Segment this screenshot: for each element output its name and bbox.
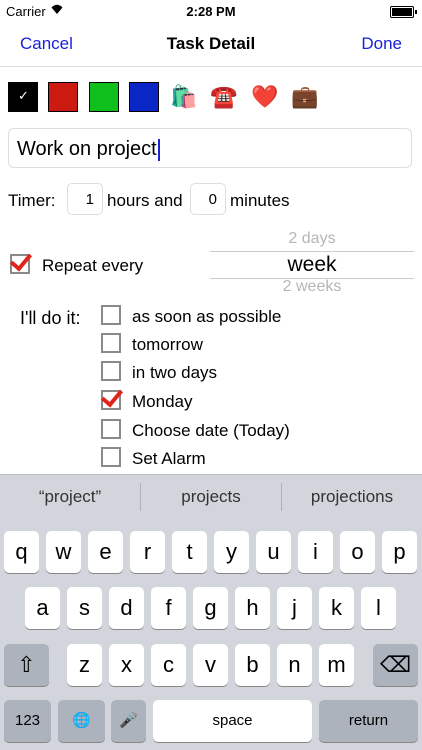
- key-p[interactable]: p: [382, 531, 417, 573]
- hours-input[interactable]: 1: [67, 183, 103, 215]
- minutes-input[interactable]: 0: [190, 183, 226, 215]
- key-s[interactable]: s: [67, 587, 102, 629]
- picker-option-above: 2 days: [288, 230, 336, 247]
- key-f[interactable]: f: [151, 587, 186, 629]
- page-title: Task Detail: [166, 34, 256, 53]
- done-button[interactable]: Done: [361, 34, 402, 54]
- schedule-checkbox-two-days[interactable]: [101, 361, 121, 381]
- swatch-green[interactable]: [89, 82, 119, 112]
- swatch-red[interactable]: [48, 82, 78, 112]
- key-l[interactable]: l: [361, 587, 396, 629]
- schedule-option-tomorrow: tomorrow: [132, 335, 203, 354]
- key-a[interactable]: a: [25, 587, 60, 629]
- timer-label: Timer:: [8, 191, 56, 210]
- key-n[interactable]: n: [277, 644, 312, 686]
- key-u[interactable]: u: [256, 531, 291, 573]
- status-bar: Carrier 2:28 PM: [0, 0, 422, 22]
- navigation-bar: Cancel Task Detail Done: [0, 22, 422, 67]
- battery-icon: [390, 6, 417, 18]
- repeat-checkbox[interactable]: [10, 254, 30, 274]
- key-w[interactable]: w: [46, 531, 81, 573]
- shopping-bags-icon[interactable]: 🛍️: [170, 82, 197, 112]
- text-caret: [157, 138, 160, 161]
- key-c[interactable]: c: [151, 644, 186, 686]
- hours-label: hours and: [107, 191, 183, 210]
- repeat-interval-picker[interactable]: 2 days week 2 weeks: [210, 230, 414, 295]
- key-d[interactable]: d: [109, 587, 144, 629]
- microphone-icon[interactable]: 🎤: [111, 700, 146, 742]
- briefcase-icon[interactable]: 💼: [291, 82, 318, 112]
- key-o[interactable]: o: [340, 531, 375, 573]
- key-t[interactable]: t: [172, 531, 207, 573]
- task-name-input[interactable]: Work on project: [8, 128, 412, 168]
- numbers-key[interactable]: 123: [4, 700, 51, 742]
- space-key[interactable]: space: [153, 700, 312, 742]
- schedule-option-two-days: in two days: [132, 363, 218, 382]
- key-q[interactable]: q: [4, 531, 39, 573]
- key-b[interactable]: b: [235, 644, 270, 686]
- shift-key[interactable]: ⇧: [4, 644, 49, 686]
- key-j[interactable]: j: [277, 587, 312, 629]
- key-y[interactable]: y: [214, 531, 249, 573]
- schedule-checkbox-monday[interactable]: [101, 390, 121, 410]
- suggestion-2[interactable]: projects: [141, 475, 281, 519]
- schedule-option-choose-date: Choose date (Today): [132, 421, 290, 440]
- key-x[interactable]: x: [109, 644, 144, 686]
- globe-icon[interactable]: 🌐: [58, 700, 105, 742]
- key-g[interactable]: g: [193, 587, 228, 629]
- key-z[interactable]: z: [67, 644, 102, 686]
- suggestion-3[interactable]: projections: [282, 475, 422, 519]
- schedule-checkbox-alarm[interactable]: [101, 447, 121, 467]
- schedule-option-asap: as soon as possible: [132, 307, 282, 326]
- minutes-label: minutes: [230, 191, 290, 210]
- delete-key[interactable]: ⌫: [373, 644, 418, 686]
- suggestion-1[interactable]: “project”: [0, 475, 140, 519]
- schedule-option-alarm: Set Alarm: [132, 449, 206, 468]
- schedule-option-monday: Monday: [132, 392, 193, 411]
- task-name-value: Work on project: [17, 138, 157, 160]
- schedule-checkbox-choose-date[interactable]: [101, 419, 121, 439]
- key-k[interactable]: k: [319, 587, 354, 629]
- status-time: 2:28 PM: [186, 4, 236, 19]
- key-h[interactable]: h: [235, 587, 270, 629]
- key-r[interactable]: r: [130, 531, 165, 573]
- schedule-checkbox-asap[interactable]: [101, 305, 121, 325]
- picker-selected-option: week: [210, 251, 414, 279]
- keyboard-suggestion-bar: “project” projects projections: [0, 474, 422, 519]
- schedule-checkbox-tomorrow[interactable]: [101, 333, 121, 353]
- picker-option-below: 2 weeks: [282, 278, 342, 295]
- repeat-label: Repeat every: [42, 256, 144, 275]
- key-v[interactable]: v: [193, 644, 228, 686]
- return-key[interactable]: return: [319, 700, 418, 742]
- schedule-label: I'll do it:: [20, 308, 81, 328]
- swatch-blue[interactable]: [129, 82, 159, 112]
- key-i[interactable]: i: [298, 531, 333, 573]
- telephone-icon[interactable]: ☎️: [210, 82, 237, 112]
- key-m[interactable]: m: [319, 644, 354, 686]
- key-e[interactable]: e: [88, 531, 123, 573]
- swatch-black[interactable]: ✓: [8, 82, 38, 112]
- check-icon: ✓: [18, 88, 29, 103]
- on-screen-keyboard: q w e r t y u i o p a s d f g h j k l ⇧ …: [0, 518, 422, 750]
- heart-icon[interactable]: ❤️: [251, 82, 278, 112]
